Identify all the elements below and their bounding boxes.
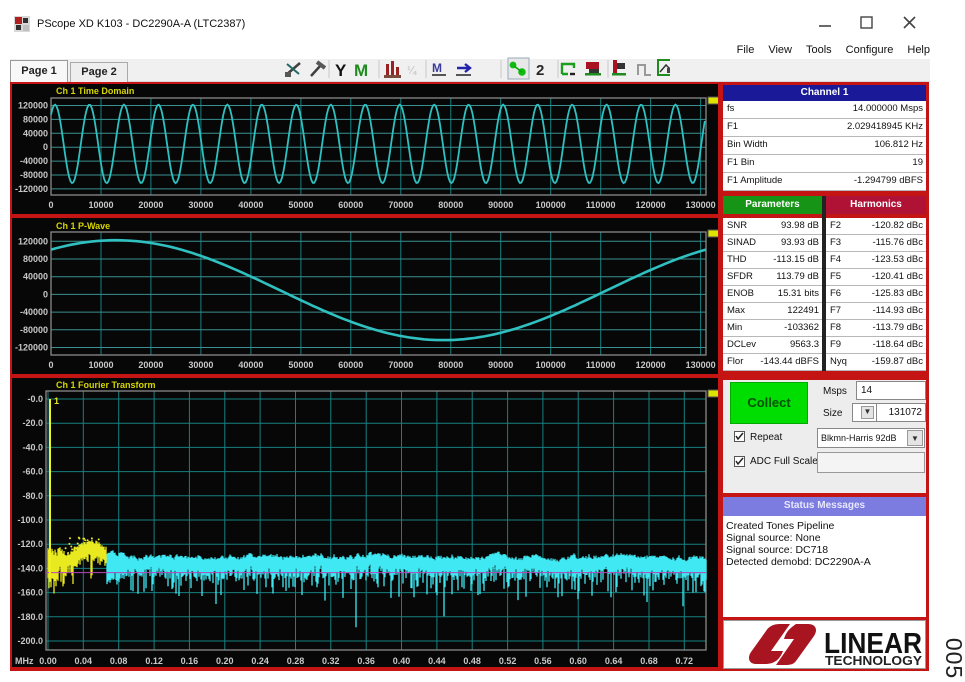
svg-text:-20.0: -20.0 bbox=[22, 418, 43, 428]
svg-text:40000: 40000 bbox=[23, 128, 48, 138]
svg-text:0: 0 bbox=[43, 289, 48, 299]
svg-text:0.16: 0.16 bbox=[181, 656, 199, 666]
svg-text:0.68: 0.68 bbox=[640, 656, 658, 666]
svg-text:100000: 100000 bbox=[536, 360, 566, 370]
svg-text:0.32: 0.32 bbox=[322, 656, 340, 666]
svg-text:-60.0: -60.0 bbox=[22, 467, 43, 477]
svg-text:-80000: -80000 bbox=[20, 325, 48, 335]
svg-text:10000: 10000 bbox=[88, 360, 113, 370]
svg-text:Ch 1 Time Domain: Ch 1 Time Domain bbox=[56, 86, 134, 96]
svg-text:Ch 1 P-Wave: Ch 1 P-Wave bbox=[56, 221, 110, 231]
svg-text:70000: 70000 bbox=[388, 360, 413, 370]
svg-text:0.36: 0.36 bbox=[357, 656, 375, 666]
svg-text:0.08: 0.08 bbox=[110, 656, 128, 666]
svg-text:0.72: 0.72 bbox=[676, 656, 694, 666]
svg-text:0.04: 0.04 bbox=[75, 656, 93, 666]
svg-text:1: 1 bbox=[54, 396, 59, 406]
svg-text:0: 0 bbox=[48, 200, 53, 210]
svg-text:0.28: 0.28 bbox=[287, 656, 305, 666]
svg-text:50000: 50000 bbox=[288, 360, 313, 370]
svg-text:0.40: 0.40 bbox=[393, 656, 411, 666]
svg-text:40000: 40000 bbox=[23, 272, 48, 282]
svg-text:120000: 120000 bbox=[18, 101, 48, 111]
svg-text:-40000: -40000 bbox=[20, 156, 48, 166]
svg-text:0.44: 0.44 bbox=[428, 656, 446, 666]
svg-text:120000: 120000 bbox=[636, 360, 666, 370]
svg-text:80000: 80000 bbox=[23, 254, 48, 264]
svg-text:80000: 80000 bbox=[438, 360, 463, 370]
svg-text:-200.0: -200.0 bbox=[17, 636, 43, 646]
svg-text:110000: 110000 bbox=[586, 200, 616, 210]
svg-text:TECHNOLOGY: TECHNOLOGY bbox=[825, 653, 922, 668]
svg-text:10000: 10000 bbox=[88, 200, 113, 210]
svg-text:2: 2 bbox=[536, 62, 544, 79]
svg-text:120000: 120000 bbox=[636, 200, 666, 210]
svg-text:0.12: 0.12 bbox=[145, 656, 163, 666]
svg-text:50000: 50000 bbox=[288, 200, 313, 210]
svg-text:-120000: -120000 bbox=[15, 343, 48, 353]
svg-text:-40000: -40000 bbox=[20, 307, 48, 317]
svg-text:70000: 70000 bbox=[388, 200, 413, 210]
svg-text:100000: 100000 bbox=[536, 200, 566, 210]
svg-text:60000: 60000 bbox=[338, 360, 363, 370]
svg-text:-100.0: -100.0 bbox=[17, 515, 43, 525]
svg-text:0: 0 bbox=[48, 360, 53, 370]
svg-text:-40.0: -40.0 bbox=[22, 442, 43, 452]
svg-text:40000: 40000 bbox=[238, 200, 263, 210]
svg-text:Y: Y bbox=[335, 61, 347, 80]
svg-text:0.24: 0.24 bbox=[251, 656, 269, 666]
svg-text:M: M bbox=[354, 61, 368, 80]
svg-text:0.00: 0.00 bbox=[39, 656, 57, 666]
svg-text:120000: 120000 bbox=[18, 236, 48, 246]
svg-text:MHz: MHz bbox=[15, 656, 34, 666]
svg-text:-120.0: -120.0 bbox=[17, 539, 43, 549]
svg-text:0.20: 0.20 bbox=[216, 656, 234, 666]
svg-text:60000: 60000 bbox=[338, 200, 363, 210]
svg-text:80000: 80000 bbox=[23, 114, 48, 124]
svg-text:0.48: 0.48 bbox=[463, 656, 481, 666]
svg-text:130000: 130000 bbox=[686, 360, 716, 370]
svg-text:40000: 40000 bbox=[238, 360, 263, 370]
svg-text:90000: 90000 bbox=[488, 360, 513, 370]
svg-text:M: M bbox=[432, 61, 442, 75]
svg-text:30000: 30000 bbox=[188, 200, 213, 210]
svg-text:-80.0: -80.0 bbox=[22, 491, 43, 501]
svg-text:-160.0: -160.0 bbox=[17, 588, 43, 598]
svg-text:30000: 30000 bbox=[188, 360, 213, 370]
svg-text:-180.0: -180.0 bbox=[17, 612, 43, 622]
svg-text:20000: 20000 bbox=[138, 360, 163, 370]
svg-text:-140.0: -140.0 bbox=[17, 563, 43, 573]
svg-text:-120000: -120000 bbox=[15, 184, 48, 194]
svg-text:0.52: 0.52 bbox=[499, 656, 517, 666]
svg-text:-0.0: -0.0 bbox=[27, 394, 43, 404]
svg-text:¼: ¼ bbox=[407, 65, 417, 77]
svg-text:-80000: -80000 bbox=[20, 170, 48, 180]
svg-text:90000: 90000 bbox=[488, 200, 513, 210]
svg-text:0.56: 0.56 bbox=[534, 656, 552, 666]
svg-text:0: 0 bbox=[43, 142, 48, 152]
svg-text:130000: 130000 bbox=[686, 200, 716, 210]
svg-text:110000: 110000 bbox=[586, 360, 616, 370]
svg-text:20000: 20000 bbox=[138, 200, 163, 210]
svg-text:80000: 80000 bbox=[438, 200, 463, 210]
svg-text:0.64: 0.64 bbox=[605, 656, 623, 666]
svg-text:0.60: 0.60 bbox=[569, 656, 587, 666]
svg-text:Ch 1 Fourier Transform: Ch 1 Fourier Transform bbox=[56, 380, 156, 390]
